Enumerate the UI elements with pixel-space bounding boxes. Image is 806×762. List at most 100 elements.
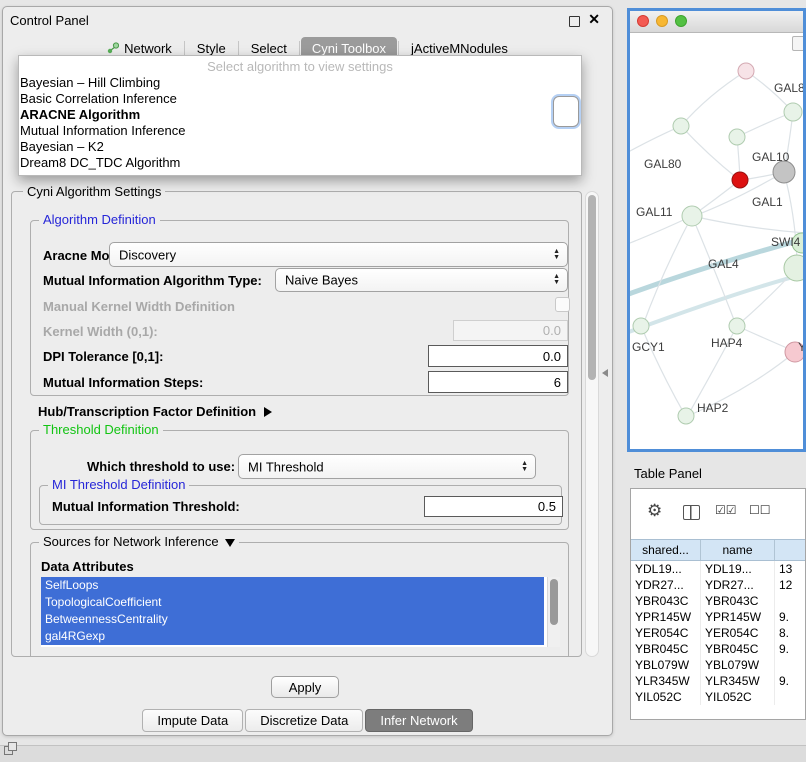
aracne-mode-select[interactable]: Discovery ▲▼ [109, 242, 568, 267]
network-edge[interactable] [692, 216, 803, 233]
node-label-hap4: HAP4 [711, 336, 743, 350]
attribute-item-betweennesscentrality[interactable]: BetweennessCentrality [41, 611, 544, 628]
clear-checkboxes-icon[interactable]: ☐☐ [749, 503, 771, 517]
network-node[interactable] [729, 129, 745, 145]
attribute-item-selfloops[interactable]: SelfLoops [41, 577, 544, 594]
network-window-titlebar[interactable] [630, 11, 803, 33]
network-edge[interactable] [681, 71, 746, 126]
attribute-item-topologicalcoefficient[interactable]: TopologicalCoefficient [41, 594, 544, 611]
table-row[interactable]: YIL052CYIL052C [631, 689, 806, 705]
network-node[interactable] [738, 63, 754, 79]
scrollbar-thumb[interactable] [550, 579, 558, 625]
dpi-tolerance-input[interactable] [428, 345, 568, 367]
combo-arrows-icon: ▲▼ [521, 461, 528, 473]
data-attributes-list: SelfLoopsTopologicalCoefficientBetweenne… [41, 577, 560, 647]
manual-kernel-label: Manual Kernel Width Definition [43, 299, 235, 314]
table-cell: YER054C [701, 625, 775, 641]
algorithm-option-bayesian-k2[interactable]: Bayesian – K2 [19, 139, 581, 155]
select-all-checkboxes-icon[interactable]: ☑☑ [715, 503, 737, 517]
node-label-gal10: GAL10 [752, 150, 790, 164]
network-edge[interactable] [643, 216, 692, 325]
combo-arrows-icon: ▲▼ [553, 274, 560, 286]
algorithm-option-basic-correlation-inference[interactable]: Basic Correlation Inference [19, 91, 581, 107]
apply-button[interactable]: Apply [271, 676, 339, 698]
algorithm-option-aracne-algorithm[interactable]: ARACNE Algorithm [19, 107, 581, 123]
kernel-width-input[interactable] [453, 320, 568, 341]
table-row[interactable]: YDR27...YDR27...12 [631, 577, 806, 593]
network-node[interactable] [682, 206, 702, 226]
table-row[interactable]: YBL079WYBL079W [631, 657, 806, 673]
table-cell: YDL19... [631, 561, 701, 577]
network-edge[interactable] [737, 326, 794, 351]
table-cell: YPR145W [701, 609, 775, 625]
table-row[interactable]: YBR043CYBR043C [631, 593, 806, 609]
network-edge[interactable] [630, 126, 681, 151]
mi-threshold-input[interactable] [424, 496, 563, 517]
panel-title: Control Panel [10, 13, 89, 28]
table-cell: 8. [775, 625, 806, 641]
network-node[interactable] [678, 408, 694, 424]
network-graph: GAL8GAL80GAL10GAL11GAL1SWI4GAL4GCY1HAP4Y… [630, 33, 803, 449]
column-header-col2[interactable] [775, 540, 806, 560]
algorithm-combobox-fragment[interactable] [553, 96, 579, 127]
algorithm-option-dream8-dc-tdc-algorithm[interactable]: Dream8 DC_TDC Algorithm [19, 155, 581, 171]
attributes-scrollbar[interactable] [547, 577, 560, 647]
settings-scrollbar[interactable] [585, 191, 599, 657]
manual-kernel-checkbox[interactable] [555, 297, 570, 312]
algorithm-option-bayesian-hill-climbing[interactable]: Bayesian – Hill Climbing [19, 75, 581, 91]
table-row[interactable]: YER054CYER054C8. [631, 625, 806, 641]
which-threshold-value: MI Threshold [248, 459, 324, 474]
table-cell: YBL079W [631, 657, 701, 673]
table-row[interactable]: YLR345WYLR345W9. [631, 673, 806, 689]
column-header-shared[interactable]: shared... [631, 540, 701, 560]
network-canvas[interactable]: GAL8GAL80GAL10GAL11GAL1SWI4GAL4GCY1HAP4Y… [630, 33, 803, 449]
which-threshold-select[interactable]: MI Threshold ▲▼ [238, 454, 536, 479]
table-cell: YBR043C [701, 593, 775, 609]
network-node[interactable] [633, 318, 649, 334]
network-tab-icon [107, 42, 119, 54]
application-window: Control Panel ✕ NetworkStyleSelectCyni T… [0, 0, 806, 762]
algorithm-option-mutual-information-inference[interactable]: Mutual Information Inference [19, 123, 581, 139]
mi-type-select[interactable]: Naive Bayes ▲▼ [275, 268, 568, 292]
table-cell: YLR345W [701, 673, 775, 689]
tab-separator [398, 41, 399, 55]
network-node[interactable] [773, 161, 795, 183]
zoom-traffic-light-icon[interactable] [675, 15, 687, 27]
dpi-tolerance-label: DPI Tolerance [0,1]: [43, 349, 163, 364]
bottom-tab-infer-network[interactable]: Infer Network [365, 709, 472, 732]
scrollbar-thumb[interactable] [588, 195, 596, 380]
minimize-traffic-light-icon[interactable] [656, 15, 668, 27]
close-traffic-light-icon[interactable] [637, 15, 649, 27]
node-label-hap2: HAP2 [697, 401, 729, 415]
expander-arrow-icon [264, 407, 272, 417]
restore-window-icon[interactable] [4, 742, 17, 755]
network-node[interactable] [729, 318, 745, 334]
mi-steps-input[interactable] [428, 371, 568, 393]
hub-definition-expander[interactable]: Hub/Transcription Factor Definition [38, 404, 272, 419]
float-window-icon[interactable] [569, 16, 580, 27]
columns-icon[interactable] [683, 505, 700, 520]
bottom-tab-impute-data[interactable]: Impute Data [142, 709, 243, 732]
network-node[interactable] [784, 103, 802, 121]
column-header-name[interactable]: name [701, 540, 775, 560]
attribute-item-gal4rgexp[interactable]: gal4RGexp [41, 628, 544, 645]
algorithm-definition-title: Algorithm Definition [39, 212, 160, 227]
table-row[interactable]: YPR145WYPR145W9. [631, 609, 806, 625]
table-row[interactable]: YBR045CYBR045C9. [631, 641, 806, 657]
network-node[interactable] [673, 118, 689, 134]
network-edge[interactable] [681, 126, 737, 178]
table-cell: 9. [775, 609, 806, 625]
network-node[interactable] [732, 172, 748, 188]
close-icon[interactable]: ✕ [588, 11, 600, 28]
sources-expander[interactable]: Sources for Network Inference [39, 534, 239, 549]
panel-collapse-handle[interactable] [602, 369, 608, 377]
data-attributes-label: Data Attributes [41, 559, 134, 574]
node-label-gcy1: GCY1 [632, 340, 665, 354]
algorithm-dropdown-placeholder: Select algorithm to view settings [19, 58, 581, 75]
network-view-window: GAL8GAL80GAL10GAL11GAL1SWI4GAL4GCY1HAP4Y… [627, 8, 806, 452]
table-row[interactable]: YDL19...YDL19...13 [631, 561, 806, 577]
tab-label: jActiveMNodules [411, 41, 508, 56]
gear-icon[interactable]: ⚙ [647, 501, 662, 521]
combo-arrows-icon: ▲▼ [553, 249, 560, 261]
bottom-tab-discretize-data[interactable]: Discretize Data [245, 709, 363, 732]
